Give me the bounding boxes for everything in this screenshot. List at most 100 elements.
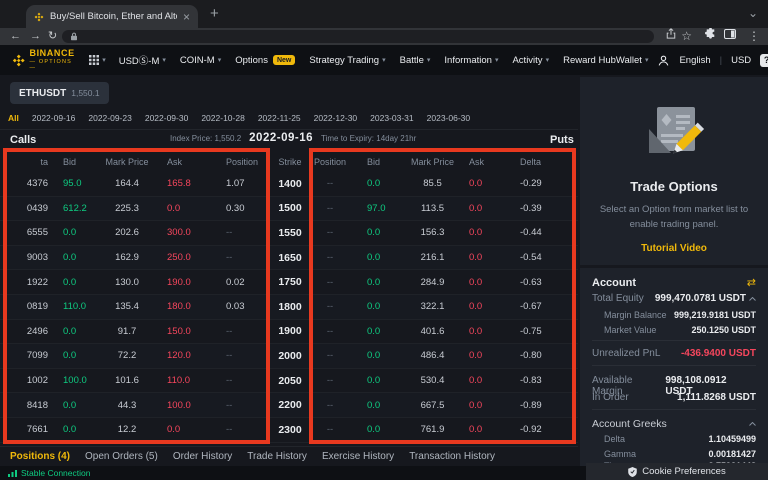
- put-delta-cell[interactable]: -0.29: [510, 178, 578, 189]
- call-bid-cell[interactable]: 0.0: [52, 326, 97, 337]
- call-ask-cell[interactable]: 180.0: [157, 301, 212, 312]
- call-position-cell[interactable]: 0.02: [212, 277, 270, 288]
- call-position-cell[interactable]: 1.07: [212, 178, 270, 189]
- put-delta-cell[interactable]: -0.54: [510, 252, 578, 263]
- call-position-cell[interactable]: 0.03: [212, 301, 270, 312]
- call-position-cell[interactable]: 0.30: [212, 203, 270, 214]
- call-ask-cell[interactable]: 165.8: [157, 178, 212, 189]
- put-bid-cell[interactable]: 97.0: [350, 203, 400, 214]
- call-bid-cell[interactable]: 0.0: [52, 227, 97, 238]
- put-bid-cell[interactable]: 0.0: [350, 301, 400, 312]
- call-delta-cell[interactable]: 9003: [0, 252, 52, 263]
- expiry-tab-2022-11-25[interactable]: 2022-11-25: [258, 113, 301, 123]
- chain-row-strike-1900[interactable]: 24960.091.7150.0--1900--0.0401.60.0-0.75: [0, 320, 578, 345]
- put-position-cell[interactable]: --: [310, 178, 350, 189]
- call-mark-price-cell[interactable]: 225.3: [97, 203, 157, 214]
- put-delta-cell[interactable]: -0.83: [510, 375, 578, 386]
- call-delta-cell[interactable]: 7099: [0, 350, 52, 361]
- call-ask-cell[interactable]: 120.0: [157, 350, 212, 361]
- call-ask-cell[interactable]: 190.0: [157, 277, 212, 288]
- chain-row-strike-2300[interactable]: 76610.012.20.0--2300--0.0761.90.0-0.92: [0, 418, 578, 443]
- transfer-icon[interactable]: ⇄: [747, 276, 756, 289]
- put-ask-cell[interactable]: 0.0: [465, 277, 510, 288]
- call-position-cell[interactable]: --: [212, 400, 270, 411]
- expiry-tab-2022-09-30[interactable]: 2022-09-30: [145, 113, 188, 123]
- put-delta-cell[interactable]: -0.39: [510, 203, 578, 214]
- put-position-cell[interactable]: --: [310, 375, 350, 386]
- put-mark-price-cell[interactable]: 113.5: [400, 203, 465, 214]
- put-bid-cell[interactable]: 0.0: [350, 277, 400, 288]
- call-delta-cell[interactable]: 7661: [0, 424, 52, 435]
- call-delta-cell[interactable]: 1002: [0, 375, 52, 386]
- put-delta-cell[interactable]: -0.92: [510, 424, 578, 435]
- call-mark-price-cell[interactable]: 12.2: [97, 424, 157, 435]
- put-bid-cell[interactable]: 0.0: [350, 350, 400, 361]
- chain-row-strike-1550[interactable]: 65550.0202.6300.0--1550--0.0156.30.0-0.4…: [0, 221, 578, 246]
- call-ask-cell[interactable]: 300.0: [157, 227, 212, 238]
- bookmark-star-icon[interactable]: ☆: [681, 28, 692, 45]
- call-bid-cell[interactable]: 0.0: [52, 277, 97, 288]
- cookie-preferences-button[interactable]: Cookie Preferences: [586, 463, 768, 480]
- call-delta-cell[interactable]: 0819: [0, 301, 52, 312]
- put-delta-cell[interactable]: -0.89: [510, 400, 578, 411]
- expiry-tab-2022-12-30[interactable]: 2022-12-30: [314, 113, 357, 123]
- expiry-tab-2023-03-31[interactable]: 2023-03-31: [370, 113, 413, 123]
- call-mark-price-cell[interactable]: 72.2: [97, 350, 157, 361]
- nav-item-reward-hub[interactable]: Reward Hub: [563, 55, 616, 66]
- call-bid-cell[interactable]: 0.0: [52, 424, 97, 435]
- apps-grid-button[interactable]: ▾: [89, 55, 106, 65]
- call-bid-cell[interactable]: 612.2: [52, 203, 97, 214]
- call-position-cell[interactable]: --: [212, 227, 270, 238]
- put-position-cell[interactable]: --: [310, 350, 350, 361]
- put-delta-cell[interactable]: -0.44: [510, 227, 578, 238]
- put-bid-cell[interactable]: 0.0: [350, 178, 400, 189]
- expiry-tab-2023-06-30[interactable]: 2023-06-30: [427, 113, 470, 123]
- call-mark-price-cell[interactable]: 135.4: [97, 301, 157, 312]
- binance-options-logo[interactable]: BINANCE — OPTIONS —: [12, 49, 76, 71]
- chain-row-strike-2200[interactable]: 84180.044.3100.0--2200--0.0667.50.0-0.89: [0, 393, 578, 418]
- put-ask-cell[interactable]: 0.0: [465, 375, 510, 386]
- put-bid-cell[interactable]: 0.0: [350, 252, 400, 263]
- put-mark-price-cell[interactable]: 216.1: [400, 252, 465, 263]
- put-position-cell[interactable]: --: [310, 277, 350, 288]
- call-position-cell[interactable]: --: [212, 350, 270, 361]
- put-ask-cell[interactable]: 0.0: [465, 301, 510, 312]
- put-delta-cell[interactable]: -0.63: [510, 277, 578, 288]
- put-mark-price-cell[interactable]: 401.6: [400, 326, 465, 337]
- language-selector[interactable]: English: [679, 55, 710, 66]
- put-delta-cell[interactable]: -0.67: [510, 301, 578, 312]
- browser-menu-dots-icon[interactable]: ⋮: [748, 28, 760, 45]
- put-position-cell[interactable]: --: [310, 227, 350, 238]
- currency-selector[interactable]: USD: [731, 55, 751, 66]
- put-ask-cell[interactable]: 0.0: [465, 424, 510, 435]
- call-mark-price-cell[interactable]: 130.0: [97, 277, 157, 288]
- wallet-menu[interactable]: Wallet ▾: [616, 55, 649, 66]
- put-ask-cell[interactable]: 0.0: [465, 227, 510, 238]
- bottom-tab-open-orders-5[interactable]: Open Orders (5): [85, 451, 158, 462]
- call-ask-cell[interactable]: 110.0: [157, 375, 212, 386]
- put-delta-cell[interactable]: -0.80: [510, 350, 578, 361]
- help-icon[interactable]: ?: [760, 54, 768, 67]
- nav-item-usd-m[interactable]: USDⓈ-M▾: [119, 53, 166, 67]
- forward-icon[interactable]: →: [30, 28, 41, 45]
- call-delta-cell[interactable]: 1922: [0, 277, 52, 288]
- put-bid-cell[interactable]: 0.0: [350, 227, 400, 238]
- call-position-cell[interactable]: --: [212, 252, 270, 263]
- tutorial-video-link[interactable]: Tutorial Video: [580, 243, 768, 254]
- call-bid-cell[interactable]: 110.0: [52, 301, 97, 312]
- call-bid-cell[interactable]: 0.0: [52, 252, 97, 263]
- tab-list-chevron-icon[interactable]: ⌄: [748, 6, 758, 20]
- chain-row-strike-1800[interactable]: 0819110.0135.4180.00.031800--0.0322.10.0…: [0, 295, 578, 320]
- call-delta-cell[interactable]: 4376: [0, 178, 52, 189]
- call-position-cell[interactable]: --: [212, 424, 270, 435]
- put-mark-price-cell[interactable]: 284.9: [400, 277, 465, 288]
- call-ask-cell[interactable]: 150.0: [157, 326, 212, 337]
- put-mark-price-cell[interactable]: 530.4: [400, 375, 465, 386]
- put-ask-cell[interactable]: 0.0: [465, 252, 510, 263]
- share-icon[interactable]: [666, 28, 676, 39]
- put-position-cell[interactable]: --: [310, 301, 350, 312]
- put-ask-cell[interactable]: 0.0: [465, 400, 510, 411]
- put-ask-cell[interactable]: 0.0: [465, 203, 510, 214]
- nav-item-options[interactable]: OptionsNew: [235, 55, 295, 66]
- put-position-cell[interactable]: --: [310, 326, 350, 337]
